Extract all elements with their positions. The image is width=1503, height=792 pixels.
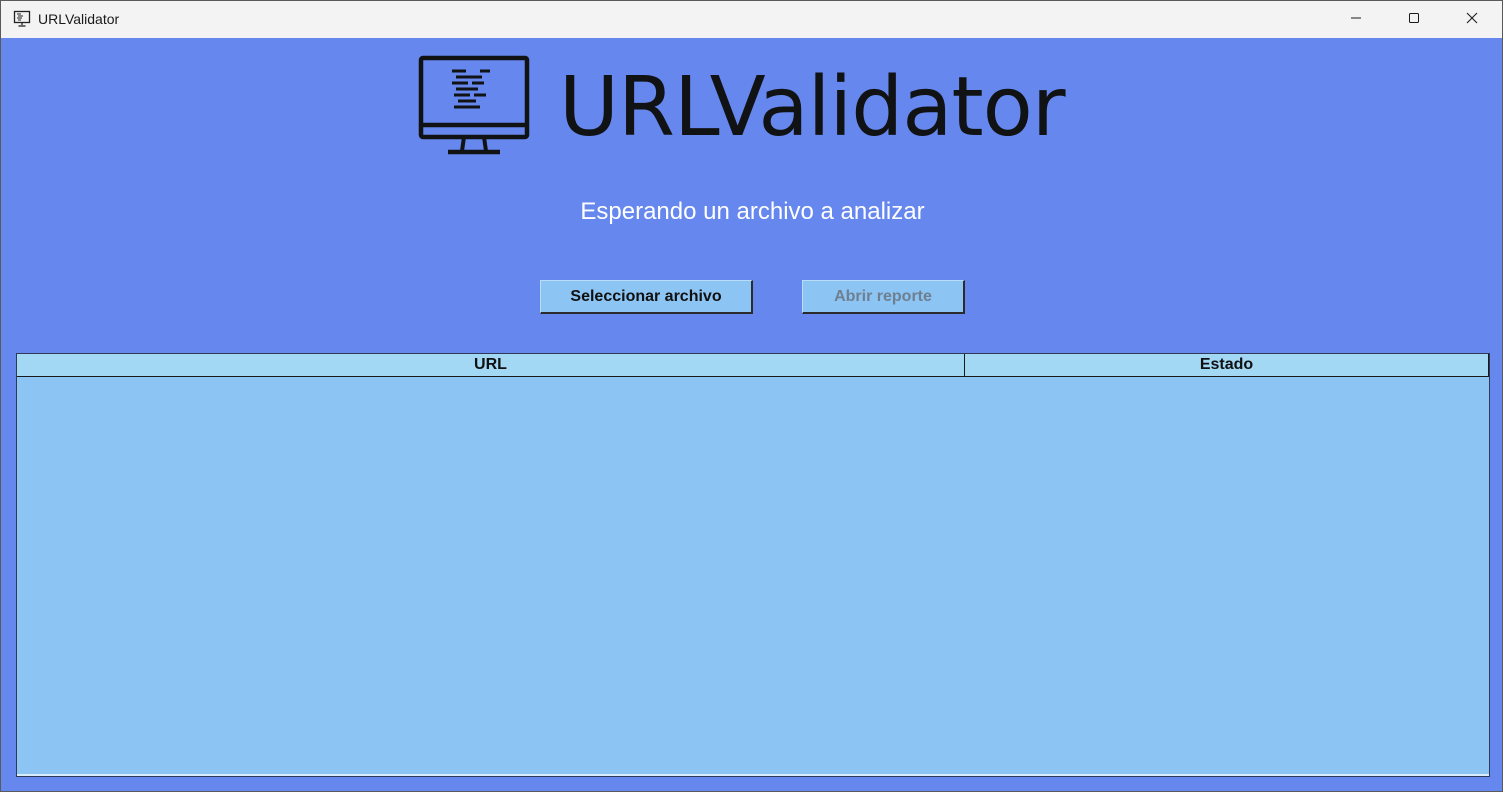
- app-window: URLValidator URLValidator Esperando un a…: [0, 0, 1503, 792]
- window-title: URLValidator: [38, 11, 120, 27]
- minimize-icon: [1350, 11, 1362, 29]
- maximize-button[interactable]: [1385, 1, 1443, 38]
- close-icon: [1466, 11, 1478, 29]
- results-table[interactable]: URL Estado: [16, 353, 1490, 777]
- title-bar[interactable]: URLValidator: [1, 1, 1502, 38]
- table-body[interactable]: [17, 377, 1489, 776]
- column-header-estado[interactable]: Estado: [965, 354, 1489, 376]
- maximize-icon: [1408, 11, 1420, 29]
- status-message: Esperando un archivo a analizar: [580, 198, 925, 225]
- table-header: URL Estado: [17, 354, 1489, 377]
- open-report-button[interactable]: Abrir reporte: [802, 280, 965, 314]
- monitor-code-icon: [418, 55, 530, 157]
- monitor-code-icon: [13, 10, 31, 28]
- column-header-url[interactable]: URL: [17, 354, 965, 376]
- minimize-button[interactable]: [1327, 1, 1385, 38]
- close-button[interactable]: [1443, 1, 1501, 38]
- select-file-button[interactable]: Seleccionar archivo: [540, 280, 753, 314]
- logo-text: URLValidator: [559, 60, 1066, 155]
